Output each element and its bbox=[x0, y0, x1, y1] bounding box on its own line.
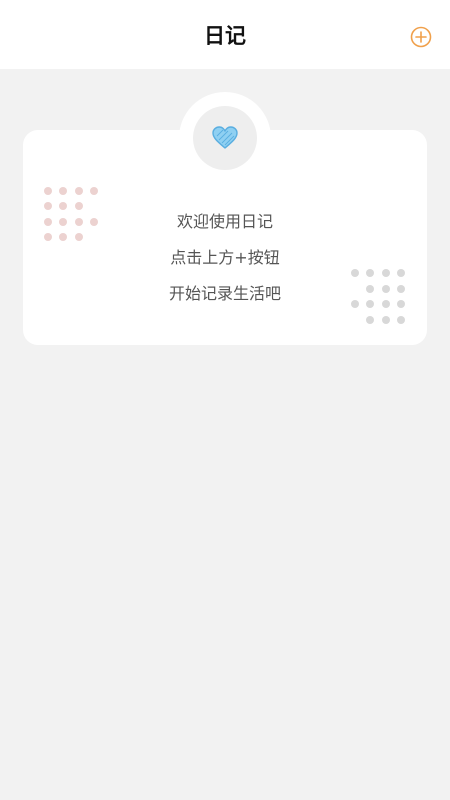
empty-state-line-2: 点击上方+按钮 bbox=[170, 248, 280, 267]
decor-dot bbox=[397, 269, 405, 277]
decor-dot bbox=[351, 269, 359, 277]
decor-dot bbox=[366, 300, 374, 308]
plus-circle-icon bbox=[410, 26, 432, 48]
decor-dot bbox=[44, 233, 52, 241]
decor-dot bbox=[59, 218, 67, 226]
decor-dot bbox=[44, 218, 52, 226]
decor-dot bbox=[366, 269, 374, 277]
decor-dot bbox=[75, 202, 83, 210]
decor-dot bbox=[397, 316, 405, 324]
decor-dot bbox=[90, 218, 98, 226]
decor-dot bbox=[382, 300, 390, 308]
decor-dot bbox=[366, 285, 374, 293]
decor-dot bbox=[351, 300, 359, 308]
add-diary-button[interactable] bbox=[410, 26, 432, 48]
decor-dot bbox=[382, 316, 390, 324]
empty-state-line-1: 欢迎使用日记 bbox=[176, 212, 273, 231]
decor-dot bbox=[59, 202, 67, 210]
decor-dot bbox=[397, 300, 405, 308]
decor-dot bbox=[75, 187, 83, 195]
decor-dot bbox=[382, 285, 390, 293]
decor-dot bbox=[382, 269, 390, 277]
decor-dot bbox=[59, 233, 67, 241]
decor-dot bbox=[366, 316, 374, 324]
decor-dot bbox=[59, 187, 67, 195]
decor-dot bbox=[90, 187, 98, 195]
decor-dot bbox=[44, 187, 52, 195]
decor-dot bbox=[75, 233, 83, 241]
page-title: 日记 bbox=[204, 24, 246, 48]
decor-dot bbox=[397, 285, 405, 293]
decor-dot bbox=[44, 202, 52, 210]
decor-dot bbox=[75, 218, 83, 226]
heart-icon bbox=[212, 126, 238, 150]
